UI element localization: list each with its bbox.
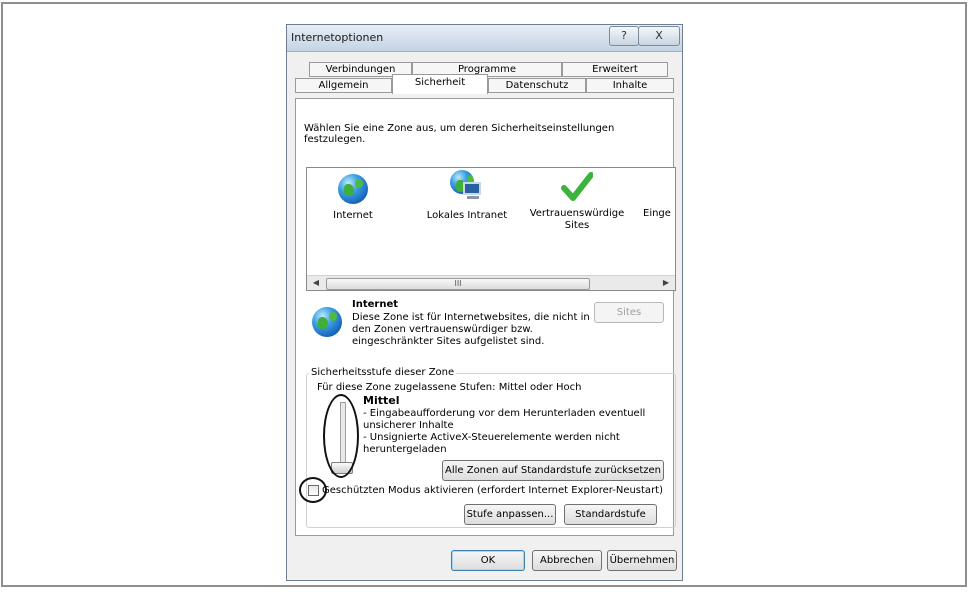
scroll-right-icon[interactable]: ▶ <box>660 278 672 289</box>
zone-restricted[interactable]: Einge <box>643 208 675 219</box>
globe-icon <box>338 174 368 204</box>
tab-datenschutz[interactable]: Datenschutz <box>488 78 586 93</box>
ok-button[interactable]: OK <box>451 550 525 571</box>
zone-prompt: Wählen Sie eine Zone aus, um deren Siche… <box>304 123 615 145</box>
highlight-circle <box>323 394 359 478</box>
tab-allgemein[interactable]: Allgemein <box>295 78 392 93</box>
zone-label: Vertrauenswürdige Sites <box>529 208 625 231</box>
checkmark-icon <box>561 172 593 201</box>
tab-sicherheit[interactable]: Sicherheit <box>392 74 488 94</box>
group-legend: Sicherheitsstufe dieser Zone <box>309 367 457 378</box>
globe-icon <box>312 307 342 337</box>
dialog-title: Internetoptionen <box>291 31 384 44</box>
zone-label: Lokales Intranet <box>426 210 508 221</box>
custom-level-button[interactable]: Stufe anpassen... <box>464 504 556 525</box>
level-description: - Eingabeaufforderung vor dem Herunterla… <box>363 408 646 455</box>
selected-zone-name: Internet <box>352 299 399 310</box>
zone-scrollbar[interactable]: ◀ III ▶ <box>307 275 675 290</box>
zone-local-intranet[interactable]: Lokales Intranet <box>417 170 517 221</box>
internet-options-dialog: Internetoptionen ? X Verbindungen Progra… <box>286 24 683 581</box>
allowed-levels-text: Für diese Zone zugelassene Stufen: Mitte… <box>317 382 582 393</box>
level-name: Mittel <box>363 394 400 407</box>
cancel-button[interactable]: Abbrechen <box>532 550 602 571</box>
zone-label: Einge <box>643 208 671 219</box>
reset-all-zones-button[interactable]: Alle Zonen auf Standardstufe zurücksetze… <box>442 460 664 481</box>
default-level-button[interactable]: Standardstufe <box>564 504 657 525</box>
zone-internet[interactable]: Internet <box>325 174 381 221</box>
zone-trusted-sites[interactable]: Vertrauenswürdige Sites <box>529 172 625 232</box>
sites-button[interactable]: Sites <box>594 302 664 323</box>
title-bar: Internetoptionen ? X <box>287 25 682 52</box>
scroll-left-icon[interactable]: ◀ <box>310 278 322 289</box>
zone-label: Internet <box>333 210 373 221</box>
apply-button[interactable]: Übernehmen <box>607 550 677 571</box>
tab-erweitert[interactable]: Erweitert <box>562 62 668 77</box>
scroll-thumb[interactable]: III <box>326 278 590 290</box>
zone-list[interactable]: Internet Lokales Intranet Vertrauenswürd… <box>306 167 676 291</box>
help-button[interactable]: ? <box>609 26 639 46</box>
protected-mode-label: Geschützten Modus aktivieren (erfordert … <box>322 485 663 496</box>
selected-zone-description: Diese Zone ist für Internetwebsites, die… <box>352 312 590 347</box>
close-button[interactable]: X <box>638 26 680 46</box>
intranet-icon <box>450 170 484 204</box>
tab-inhalte[interactable]: Inhalte <box>586 78 674 93</box>
